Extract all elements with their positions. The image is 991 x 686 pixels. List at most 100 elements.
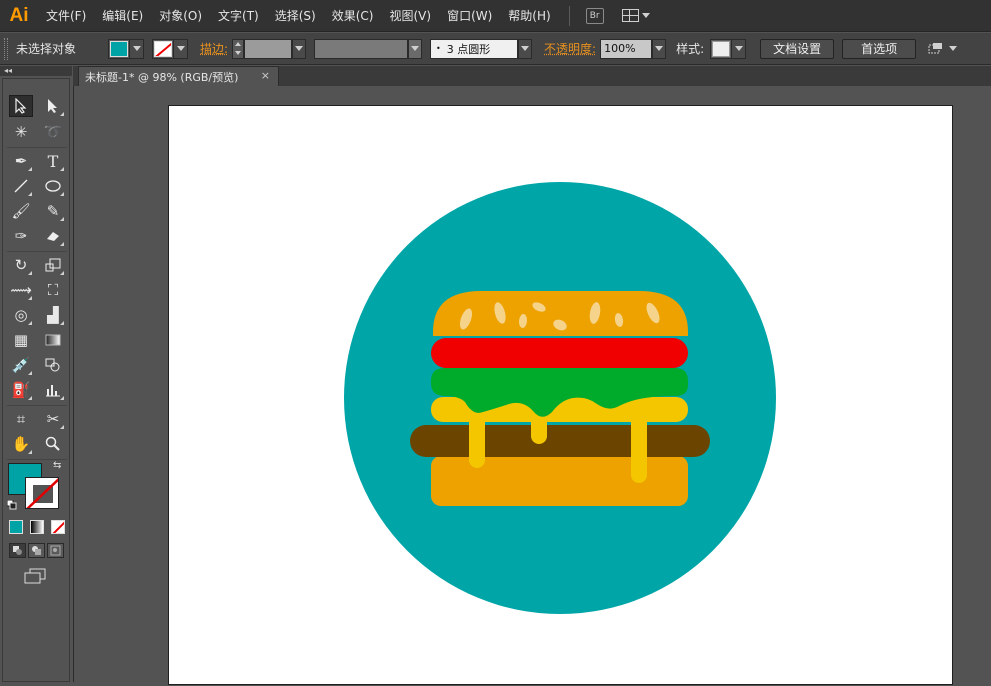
gradient-mode-button[interactable]	[30, 520, 44, 534]
graphic-style-dropdown[interactable]	[710, 38, 747, 59]
column-graph-tool[interactable]	[41, 379, 65, 401]
rotate-tool[interactable]: ↻	[9, 254, 33, 276]
fill-color-dropdown[interactable]	[108, 38, 144, 59]
mesh-tool[interactable]: ▦	[9, 329, 33, 351]
artboard[interactable]	[168, 105, 953, 685]
none-mode-button[interactable]	[51, 520, 65, 534]
menu-view[interactable]: 视图(V)	[381, 0, 439, 32]
draw-normal-button[interactable]	[9, 543, 26, 558]
variable-width-profile[interactable]	[314, 38, 409, 59]
blend-tool[interactable]	[41, 354, 65, 376]
menu-type[interactable]: 文字(T)	[210, 0, 267, 32]
none-icon	[52, 521, 64, 533]
close-icon[interactable]: ×	[261, 69, 270, 82]
arrange-documents-button[interactable]	[621, 9, 650, 22]
chevron-down-icon	[731, 39, 746, 58]
scale-tool[interactable]	[41, 254, 65, 276]
stroke-weight-dropdown[interactable]	[292, 38, 307, 59]
down-arrow-icon	[235, 51, 242, 55]
swap-fill-stroke-icon[interactable]: ⇆	[53, 460, 61, 471]
lasso-icon: ➰	[43, 123, 63, 141]
magic-wand-icon: ✳	[14, 123, 28, 141]
lasso-tool[interactable]: ➰	[41, 121, 65, 143]
eyedropper-tool[interactable]: 💉	[9, 354, 33, 376]
tools-panel: ◂◂ ✳ ➰ ✒ T 🖌 ✎ ✑ ↻ ⟿ ⛶ ◎ ▟ ▦ 💉 ⛽ ⌗ ✂ ✋ ⇆	[0, 66, 72, 682]
column-graph-icon	[46, 385, 60, 397]
screen-mode-icon	[24, 568, 46, 584]
paintbrush-tool[interactable]: 🖌	[9, 200, 33, 222]
draw-inside-button[interactable]	[47, 543, 64, 558]
none-stroke-icon	[26, 478, 58, 508]
cheese-drip[interactable]	[469, 411, 485, 468]
menu-select[interactable]: 选择(S)	[267, 0, 324, 32]
blob-brush-tool[interactable]: ✑	[9, 225, 33, 247]
selection-tool[interactable]	[9, 95, 33, 117]
eraser-tool[interactable]	[41, 225, 65, 247]
align-options-button[interactable]	[928, 42, 958, 56]
menu-effect[interactable]: 效果(C)	[324, 0, 382, 32]
arrange-documents-icon	[621, 9, 639, 22]
menu-window[interactable]: 窗口(W)	[439, 0, 500, 32]
type-tool[interactable]: T	[41, 150, 65, 172]
zoom-tool[interactable]	[41, 433, 65, 455]
tools-grid: ✳ ➰ ✒ T 🖌 ✎ ✑ ↻ ⟿ ⛶ ◎ ▟ ▦ 💉 ⛽ ⌗ ✂ ✋ ⇆	[2, 78, 70, 682]
paintbrush-icon: 🖌	[11, 202, 31, 220]
magic-wand-tool[interactable]: ✳	[9, 121, 33, 143]
ellipse-tool[interactable]	[41, 175, 65, 197]
align-icon	[928, 42, 943, 53]
canvas-area[interactable]	[73, 86, 991, 685]
preferences-button[interactable]: 首选项	[842, 38, 917, 59]
free-transform-tool[interactable]: ⛶	[41, 279, 65, 301]
chevron-down-icon	[173, 39, 187, 58]
stroke-color-dropdown[interactable]	[152, 38, 188, 59]
stroke-color-box[interactable]	[25, 477, 59, 509]
opacity-dropdown[interactable]	[652, 38, 667, 59]
stroke-weight-field[interactable]	[244, 38, 293, 59]
width-tool[interactable]: ⟿	[9, 279, 33, 301]
gradient-tool[interactable]	[41, 329, 65, 351]
pencil-icon: ✎	[46, 202, 60, 220]
line-segment-tool[interactable]	[9, 175, 33, 197]
bridge-button[interactable]: Br	[585, 7, 604, 24]
tools-collapse-toggle[interactable]: ◂◂	[0, 66, 72, 76]
change-screen-mode-button[interactable]	[23, 567, 47, 585]
stroke-weight-stepper[interactable]	[232, 38, 245, 59]
patty[interactable]	[410, 425, 710, 457]
default-fill-stroke-icon[interactable]	[6, 499, 17, 510]
shape-builder-tool[interactable]: ◎	[9, 304, 33, 326]
pencil-tool[interactable]: ✎	[41, 200, 65, 222]
tomato-slice[interactable]	[431, 338, 688, 368]
bottom-bun[interactable]	[431, 456, 688, 506]
menu-object[interactable]: 对象(O)	[151, 0, 210, 32]
perspective-grid-tool[interactable]: ▟	[41, 304, 65, 326]
document-setup-button[interactable]: 文档设置	[760, 38, 835, 59]
menu-file[interactable]: 文件(F)	[38, 0, 94, 32]
document-tab[interactable]: 未标题-1* @ 98% (RGB/预览) ×	[78, 66, 279, 86]
slice-tool[interactable]: ✂	[41, 408, 65, 430]
shape-builder-icon: ◎	[14, 306, 28, 324]
color-mode-button[interactable]	[9, 520, 23, 534]
opacity-label[interactable]: 不透明度:	[544, 40, 596, 57]
burger-illustration[interactable]	[169, 106, 954, 686]
hand-tool[interactable]: ✋	[9, 433, 33, 455]
brush-dropdown[interactable]	[518, 38, 533, 59]
type-icon: T	[47, 151, 59, 171]
stroke-label[interactable]: 描边:	[200, 40, 228, 57]
ellipse-icon	[45, 180, 61, 192]
graphic-style-swatch	[712, 40, 731, 57]
menu-help[interactable]: 帮助(H)	[500, 0, 558, 32]
menu-separator	[568, 5, 570, 26]
draw-behind-button[interactable]	[28, 543, 45, 558]
cheese-drip[interactable]	[631, 411, 647, 483]
artboard-tool[interactable]: ⌗	[9, 408, 33, 430]
width-profile-dropdown[interactable]	[408, 38, 423, 59]
opacity-field[interactable]: 100%	[600, 38, 653, 59]
control-bar-grip[interactable]	[4, 37, 8, 60]
brush-definition-field[interactable]: • 3 点圆形	[430, 38, 519, 59]
pen-tool[interactable]: ✒	[9, 150, 33, 172]
symbol-sprayer-tool[interactable]: ⛽	[9, 379, 33, 401]
document-tab-bar: 未标题-1* @ 98% (RGB/预览) ×	[73, 66, 991, 86]
direct-selection-tool[interactable]	[41, 95, 65, 117]
menu-edit[interactable]: 编辑(E)	[94, 0, 151, 32]
blend-icon	[45, 358, 60, 372]
